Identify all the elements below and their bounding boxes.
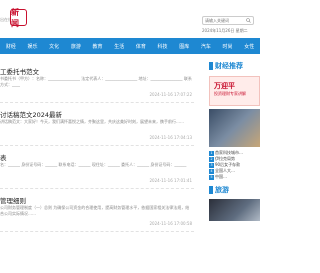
article-item[interactable]: 管理细则 公司财务管理制度（一）总则 为确保公司资金的合理使用，提高财务管理水平…	[0, 189, 194, 232]
section-title-text: 财经推荐	[215, 62, 243, 70]
article-item[interactable]: 讨话稿范文2024最新 讲话稿范文：大家好！今天，我们满怀喜悦之情，齐聚这里，共…	[0, 103, 194, 146]
list-item[interactable]: 5 中国…	[209, 174, 260, 180]
article-summary: 讲话稿范文：大家好！今天，我们满怀喜悦之情，齐聚这里，共庆这美好时刻，展望未来，…	[0, 119, 184, 124]
article-item[interactable]: 表 名：______ 身份证号码：______ 联系电话：______ 现住址：…	[0, 146, 194, 189]
rank-badge: 5	[209, 175, 214, 180]
nav-item-travel[interactable]: 旅游	[65, 38, 87, 54]
section-title-travel: 旅游	[209, 184, 260, 196]
article-title[interactable]: 管理细则	[0, 195, 26, 205]
feature-image[interactable]	[209, 109, 260, 147]
section-title-text: 旅游	[215, 186, 229, 194]
nav-item-women[interactable]: 女性	[238, 38, 260, 54]
title-accent-bar	[209, 62, 213, 70]
section-title-finance: 财经推荐	[209, 60, 260, 72]
article-list: 工委托书范文 书委托书（甲方）：名称：________________ 法定代表…	[0, 60, 202, 232]
article-item[interactable]: 工委托书范文 书委托书（甲方）：名称：________________ 法定代表…	[0, 60, 194, 103]
nav-item-gallery[interactable]: 图库	[173, 38, 195, 54]
site-header: 出在线 新闻 2024年11月26日 星期二	[0, 0, 260, 34]
article-summary: 公司财务管理制度（一）总则 为确保公司资金的合理使用，提高财务管理水平，依据国家…	[0, 205, 190, 216]
search-icon[interactable]	[246, 18, 251, 23]
search-input[interactable]	[205, 17, 245, 24]
nav-item-finance[interactable]: 财经	[0, 38, 22, 54]
sidebar: 财经推荐 万迎平 投资理财专家讲解 1 首家科技城市… 2 伊拉克局势 3 90后女子…	[209, 60, 260, 221]
article-summary: 书委托书（甲方）：名称：________________ 法定代表人：_____…	[0, 76, 192, 87]
nav-item-education[interactable]: 教育	[87, 38, 109, 54]
article-title[interactable]: 表	[0, 152, 7, 162]
site-logo[interactable]: 新闻	[10, 6, 27, 28]
logo-text: 新闻	[11, 6, 19, 28]
title-accent-bar	[209, 186, 213, 194]
nav-item-entertainment[interactable]: 娱乐	[22, 38, 44, 54]
main-nav: 财经 娱乐 文化 旅游 教育 生活 体育 科技 图库 汽车 时尚 女性	[0, 38, 260, 54]
article-time: 2024-11-16 17:07:22	[149, 92, 192, 97]
nav-item-auto[interactable]: 汽车	[195, 38, 217, 54]
nav-item-life[interactable]: 生活	[108, 38, 130, 54]
article-title[interactable]: 工委托书范文	[0, 66, 39, 76]
article-summary: 名：______ 身份证号码：______ 联系电话：______ 现住址：__…	[0, 162, 187, 167]
list-item-text: 中国…	[215, 174, 227, 179]
promo-banner[interactable]: 万迎平 投资理财专家讲解	[209, 76, 260, 106]
banner-subtitle: 投资理财专家讲解	[214, 91, 246, 96]
current-date: 2024年11月26日 星期二	[202, 28, 248, 33]
nav-item-sports[interactable]: 体育	[130, 38, 152, 54]
article-time: 2024-11-16 17:01:41	[149, 178, 192, 183]
article-time: 2024-11-16 17:04:13	[149, 135, 192, 140]
search-box	[202, 16, 254, 25]
recommend-list: 1 首家科技城市… 2 伊拉克局势 3 90后女子存款 4 全国人大… 5 中国…	[209, 150, 260, 180]
nav-item-tech[interactable]: 科技	[152, 38, 174, 54]
nav-item-culture[interactable]: 文化	[43, 38, 65, 54]
banner-title: 万迎平	[214, 82, 235, 90]
article-title[interactable]: 讨话稿范文2024最新	[0, 109, 62, 119]
travel-image[interactable]	[209, 199, 260, 221]
article-time: 2024-11-16 17:00:58	[149, 221, 192, 226]
nav-item-fashion[interactable]: 时尚	[217, 38, 239, 54]
